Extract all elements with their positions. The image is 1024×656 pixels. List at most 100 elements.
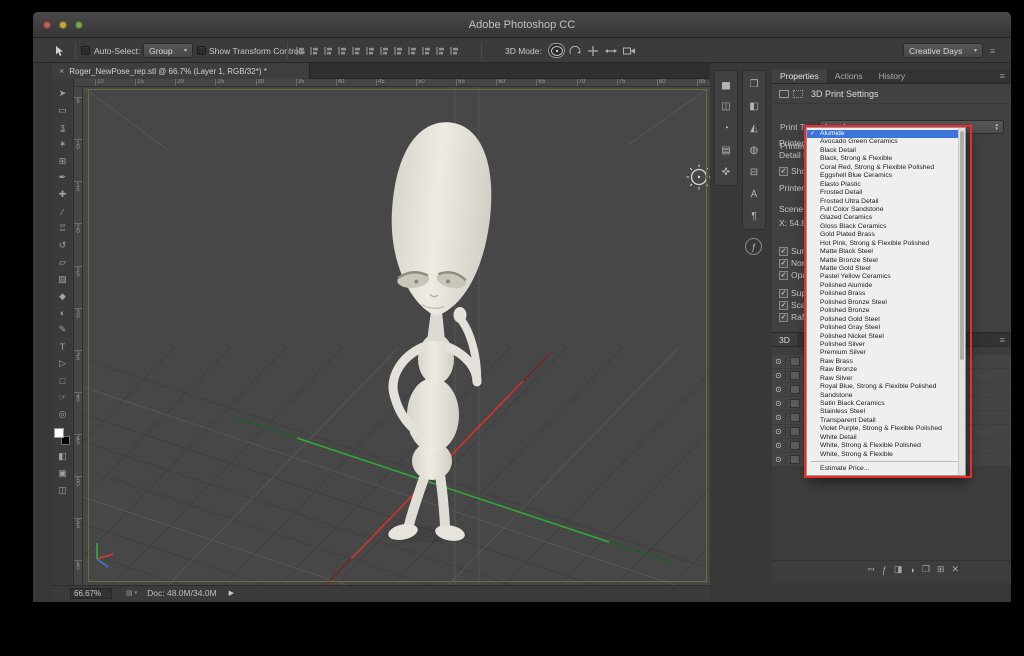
- printer-option[interactable]: ✓ White, Strong & Flexible Polished: [807, 442, 965, 450]
- printer-option[interactable]: ✓ Full Color Sandstone: [807, 206, 965, 214]
- printer-option[interactable]: ✓ Polished Bronze: [807, 307, 965, 315]
- effects-badge-icon[interactable]: ƒ: [745, 238, 762, 255]
- visibility-eye-icon[interactable]: ⊙: [772, 455, 786, 464]
- printer-option[interactable]: ✓ Transparent Detail: [807, 417, 965, 425]
- hand-tool[interactable]: ☞: [52, 389, 73, 406]
- gradient-tool[interactable]: ▨: [52, 271, 73, 288]
- printer-option[interactable]: ✓ Polished Bronze Steel: [807, 299, 965, 307]
- effects-icon[interactable]: ƒ: [882, 565, 887, 575]
- roll-3d-icon[interactable]: [566, 43, 583, 58]
- printer-option[interactable]: ✓ Polished Brass: [807, 290, 965, 298]
- blur-tool[interactable]: ◆: [52, 288, 73, 305]
- printer-option[interactable]: ✓ Coral Red, Strong & Flexible Polished: [807, 164, 965, 172]
- printer-option[interactable]: ✓ Glazed Ceramics: [807, 214, 965, 222]
- type-tool[interactable]: T: [52, 338, 73, 355]
- printer-option[interactable]: ✓ Hot Pink, Strong & Flexible Polished: [807, 240, 965, 248]
- character-panel-icon[interactable]: A: [743, 183, 765, 205]
- path-selection-tool[interactable]: ▷: [52, 355, 73, 372]
- align-middle-icon[interactable]: [349, 44, 363, 58]
- adjustments-panel-icon[interactable]: ◍: [743, 139, 765, 161]
- print-settings-alt-icon[interactable]: [793, 89, 803, 98]
- printer-option[interactable]: ✓ Gold Plated Brass: [807, 231, 965, 239]
- distribute-bottom-icon[interactable]: [405, 44, 419, 58]
- edit-toolbar-icon[interactable]: ◫: [52, 482, 73, 499]
- quick-mask-icon[interactable]: ◧: [52, 448, 73, 465]
- show-transform-checkbox[interactable]: [197, 38, 206, 63]
- panel-tab[interactable]: History: [871, 69, 913, 83]
- workspace-menu-icon[interactable]: ≡: [990, 46, 995, 56]
- workspace-switcher[interactable]: Creative Days ▾: [903, 43, 983, 58]
- shape-tool[interactable]: □: [52, 372, 73, 389]
- swatches-panel-icon[interactable]: ✜: [715, 161, 737, 183]
- canvas[interactable]: [83, 87, 710, 585]
- visibility-eye-icon[interactable]: ⊙: [772, 371, 786, 380]
- checkbox[interactable]: ✓: [779, 312, 788, 322]
- foreground-color-swatch[interactable]: [54, 427, 64, 438]
- printer-option[interactable]: ✓ Violet Purple, Strong & Flexible Polis…: [807, 425, 965, 433]
- distribute-left-icon[interactable]: [419, 44, 433, 58]
- printer-option[interactable]: ✓ Raw Bronze: [807, 366, 965, 374]
- info-panel-icon[interactable]: ▤: [715, 139, 737, 161]
- distribute-center-icon[interactable]: [433, 44, 447, 58]
- distribute-middle-icon[interactable]: [391, 44, 405, 58]
- visibility-eye-icon[interactable]: ⊙: [772, 385, 786, 394]
- delete-layer-icon[interactable]: ✕: [951, 564, 959, 575]
- align-center-h-icon[interactable]: [307, 44, 321, 58]
- zoom-level-input[interactable]: 66.67%: [70, 587, 112, 599]
- checkbox[interactable]: ✓: [779, 288, 788, 298]
- paragraph-panel-icon[interactable]: ¶: [743, 205, 765, 227]
- printer-option[interactable]: ✓ Polished Gold Steel: [807, 316, 965, 324]
- link-icon[interactable]: ∾: [867, 564, 875, 575]
- printer-option[interactable]: ✓ Matte Bronze Steel: [807, 257, 965, 265]
- align-right-icon[interactable]: [321, 44, 335, 58]
- auto-select-checkbox[interactable]: [81, 38, 90, 63]
- slide-3d-icon[interactable]: [602, 43, 619, 58]
- panel-tab[interactable]: Actions: [827, 69, 871, 83]
- mask-icon[interactable]: ◨: [894, 564, 903, 575]
- healing-brush-tool[interactable]: ✚: [52, 186, 73, 203]
- channels-panel-icon[interactable]: ◧: [743, 95, 765, 117]
- crop-tool[interactable]: ⊞: [52, 153, 73, 170]
- printer-option[interactable]: ✓ Matte Black Steel: [807, 248, 965, 256]
- printer-option[interactable]: ✓ Premium Silver: [807, 349, 965, 357]
- printer-option[interactable]: ✓ Black, Strong & Flexible: [807, 155, 965, 163]
- zoom-3d-camera-icon[interactable]: [620, 43, 637, 58]
- checkbox[interactable]: ✓: [779, 270, 788, 280]
- tool-preset-icon[interactable]: [53, 38, 65, 63]
- print-settings-view-icon[interactable]: [779, 89, 789, 98]
- group-icon[interactable]: ❐: [922, 564, 930, 575]
- history-brush-tool[interactable]: ↺: [52, 237, 73, 254]
- printer-option[interactable]: ✓ Raw Brass: [807, 358, 965, 366]
- pan-3d-icon[interactable]: [584, 43, 601, 58]
- title-bar[interactable]: Adobe Photoshop CC: [33, 12, 1011, 38]
- printer-option[interactable]: ✓ Satin Black Ceramics: [807, 400, 965, 408]
- printer-option[interactable]: ✓ Frosted Ultra Detail: [807, 198, 965, 206]
- checkbox[interactable]: ✓: [779, 300, 788, 310]
- pen-tool[interactable]: ✎: [52, 321, 73, 338]
- zoom-tool[interactable]: ◎: [52, 406, 73, 423]
- align-top-icon[interactable]: [335, 44, 349, 58]
- checkbox[interactable]: ✓: [779, 166, 788, 176]
- visibility-eye-icon[interactable]: ⊙: [772, 427, 786, 436]
- printer-option[interactable]: ✓ Alumide: [807, 130, 965, 139]
- printer-option[interactable]: ✓ Royal Blue, Strong & Flexible Polished: [807, 383, 965, 391]
- close-tab-icon[interactable]: ×: [59, 66, 64, 76]
- adjustment-icon[interactable]: ◑: [909, 565, 914, 575]
- printer-option[interactable]: ✓ Black Detail: [807, 147, 965, 155]
- printer-option[interactable]: ✓ Pastel Yellow Ceramics: [807, 273, 965, 281]
- status-expand-icon[interactable]: ▶: [229, 589, 234, 597]
- panel-menu-icon[interactable]: ≡: [1000, 333, 1011, 346]
- navigator-panel-icon[interactable]: ◫: [715, 95, 737, 117]
- styles-panel-icon[interactable]: ⊟: [743, 161, 765, 183]
- dodge-tool[interactable]: ◐: [52, 305, 73, 322]
- printer-option[interactable]: ✓ Polished Silver: [807, 341, 965, 349]
- printer-option[interactable]: ✓ Polished Nickel Steel: [807, 333, 965, 341]
- eyedropper-tool[interactable]: ✒: [52, 169, 73, 186]
- timeline-panel-icon[interactable]: ◔: [715, 117, 737, 139]
- distribute-top-icon[interactable]: [377, 44, 391, 58]
- visibility-eye-icon[interactable]: ⊙: [772, 441, 786, 450]
- clone-stamp-tool[interactable]: ♖: [52, 220, 73, 237]
- horizontal-ruler[interactable]: 10 15 20 25 30 35 40 45 50 55 60 65 70 75 80 85: [74, 79, 710, 87]
- printer-option[interactable]: ✓ White Detail: [807, 434, 965, 442]
- scrollbar-thumb[interactable]: [960, 131, 964, 361]
